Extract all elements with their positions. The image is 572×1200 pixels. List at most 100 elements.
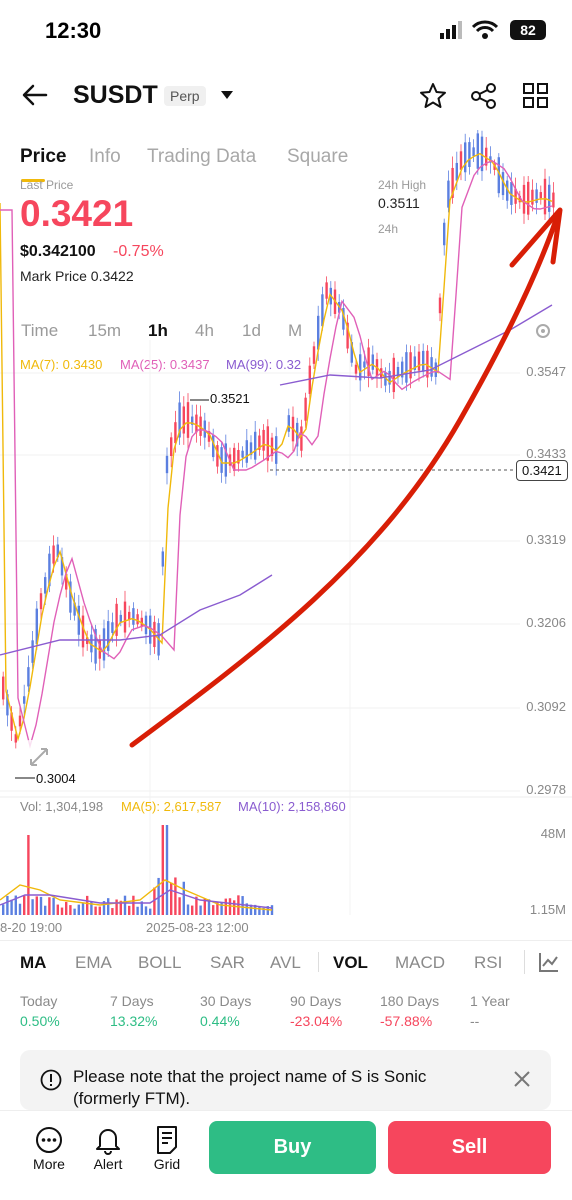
grid-label: Grid <box>153 1156 181 1172</box>
volume-bar <box>224 898 227 915</box>
perf-label: 90 Days <box>290 993 342 1009</box>
perf-label: Today <box>20 993 58 1009</box>
perf-value: 0.50% <box>20 1013 60 1029</box>
vol-legend: Vol: 1,304,198 <box>20 799 104 814</box>
volume-bar <box>48 897 51 915</box>
symbol-title[interactable]: SUSDT <box>73 81 158 110</box>
candle <box>409 352 412 379</box>
volume-bar <box>174 877 177 915</box>
candle <box>31 640 34 663</box>
candle <box>119 614 122 623</box>
bell-icon <box>96 1129 120 1155</box>
battery-icon: 82 <box>510 20 546 40</box>
price-axis-tick: 0.3092 <box>526 699 566 714</box>
close-icon[interactable] <box>513 1070 531 1088</box>
divider <box>0 940 572 941</box>
volume-bar <box>115 899 118 915</box>
volume-bar <box>10 899 13 915</box>
candle <box>527 181 530 215</box>
candle <box>77 605 80 635</box>
candle <box>476 133 479 169</box>
status-icons <box>440 20 498 40</box>
volume-bar <box>18 903 22 915</box>
notice-text: Please note that the project name of S i… <box>73 1067 427 1108</box>
divider <box>524 950 525 974</box>
price-axis-tick: 0.3206 <box>526 615 566 630</box>
dropdown-caret-icon[interactable] <box>220 90 234 100</box>
candle <box>266 426 269 461</box>
candle <box>52 545 55 564</box>
perf-label: 1 Year <box>470 993 510 1009</box>
annotation-arrowhead <box>509 207 563 268</box>
indicator-boll[interactable]: BOLL <box>138 953 181 973</box>
candle <box>262 429 265 451</box>
candle <box>552 192 555 208</box>
more-label: More <box>33 1156 65 1172</box>
vol-ma5-legend: MA(5): 2,617,587 <box>121 799 222 814</box>
info-icon <box>40 1069 62 1091</box>
indicator-sar[interactable]: SAR <box>210 953 245 973</box>
x-axis-date: 8-20 19:00 <box>0 920 63 935</box>
candle <box>535 189 538 203</box>
volume-bar <box>77 904 80 915</box>
volume-bar <box>212 905 215 915</box>
candle <box>548 184 551 212</box>
indicator-settings-icon[interactable] <box>538 951 560 973</box>
indicator-ma[interactable]: MA <box>20 953 46 973</box>
candle <box>304 397 307 421</box>
candle <box>405 352 408 383</box>
candle <box>392 357 395 393</box>
volume-bar <box>149 908 152 915</box>
candle <box>23 696 26 704</box>
candle <box>39 593 43 610</box>
volume-bar <box>165 825 169 915</box>
price-axis-tick: 0.3433 <box>526 446 566 461</box>
sell-button[interactable]: Sell <box>388 1121 551 1174</box>
perf-label: 180 Days <box>380 993 440 1009</box>
share-icon[interactable] <box>470 82 498 110</box>
grid-button[interactable]: Grid <box>137 1122 197 1174</box>
candle <box>443 222 446 246</box>
volume-bar <box>44 905 47 915</box>
candle <box>464 142 467 173</box>
indicator-rsi[interactable]: RSI <box>474 953 502 973</box>
candle <box>186 402 190 438</box>
volume-bar <box>144 906 148 915</box>
high-annotation: 0.3521 <box>210 391 250 406</box>
more-button[interactable]: More <box>19 1122 79 1174</box>
volume-bar <box>191 905 194 915</box>
x-axis-date: 2025-08-23 12:00 <box>146 920 249 935</box>
star-icon[interactable] <box>419 82 447 110</box>
volume-bar <box>237 895 240 915</box>
volume-bar <box>27 835 30 915</box>
expand-chart-button[interactable] <box>22 740 56 774</box>
candle <box>165 455 169 474</box>
alert-button[interactable]: Alert <box>78 1122 138 1174</box>
volume-bar <box>81 902 85 915</box>
indicator-avl[interactable]: AVL <box>270 953 301 973</box>
candle <box>539 192 542 199</box>
candle <box>111 622 114 633</box>
candle <box>102 628 106 661</box>
perf-value: 13.32% <box>110 1013 158 1029</box>
volume-bar <box>199 905 202 915</box>
perf-value: -- <box>470 1013 480 1029</box>
volume-bar <box>136 906 139 915</box>
volume-bar <box>39 896 43 915</box>
volume-bar <box>65 901 68 915</box>
grid-layout-icon[interactable] <box>523 83 549 109</box>
indicator-macd[interactable]: MACD <box>395 953 445 973</box>
volume-bar <box>60 907 64 915</box>
perf-label: 30 Days <box>200 993 252 1009</box>
volume-bar <box>86 895 89 915</box>
indicator-vol[interactable]: VOL <box>333 953 368 973</box>
indicator-ema[interactable]: EMA <box>75 953 112 973</box>
candle <box>422 350 425 372</box>
candle <box>354 364 358 374</box>
expand-icon <box>30 748 48 766</box>
buy-button[interactable]: Buy <box>209 1121 376 1174</box>
back-arrow-icon[interactable] <box>22 84 48 106</box>
candle <box>371 354 374 370</box>
volume-bar <box>170 882 173 915</box>
alert-label: Alert <box>93 1156 123 1172</box>
